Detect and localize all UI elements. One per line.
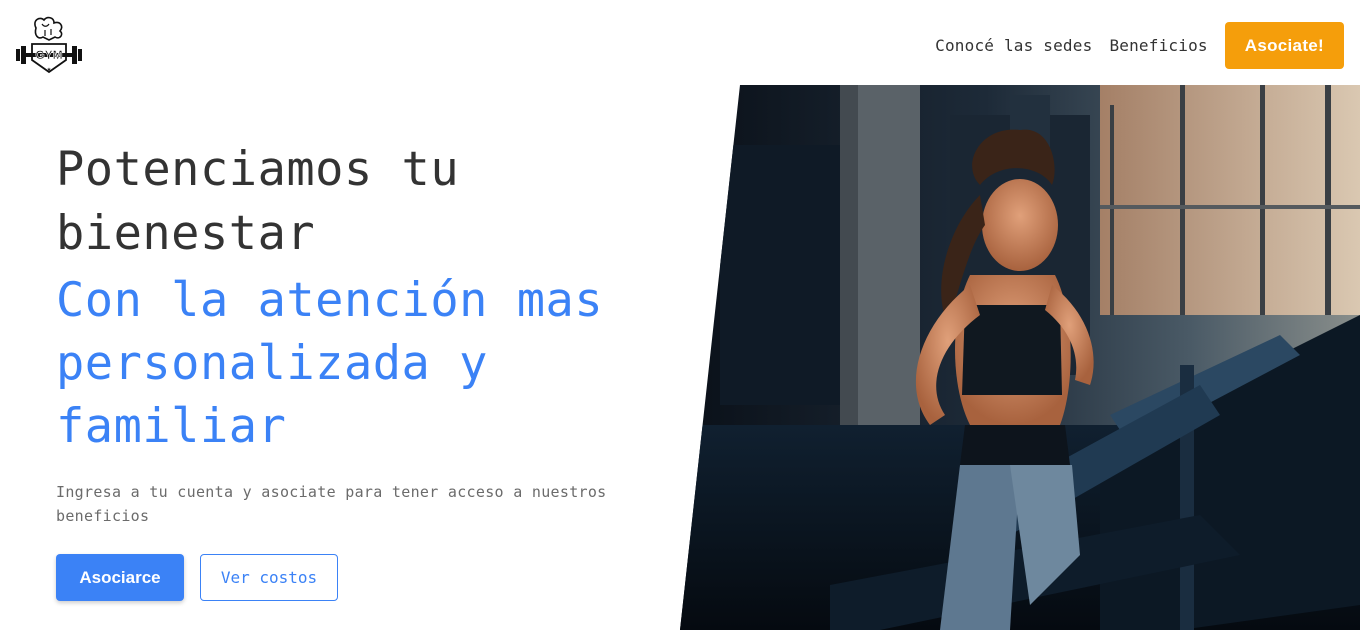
hero-section: Potenciamos tu bienestar Con la atención… [56,138,666,601]
hero-subtitle-line-1: Con la atención mas [56,273,604,328]
hero-subtitle-line-2: personalizada y [56,336,488,391]
site-header: GYM ★ Conocé las sedes Beneficios Asocia… [0,0,1360,85]
hero-buttons: Asociarce Ver costos [56,554,666,601]
hero-title-line-2: bienestar [56,206,316,261]
hero-photo [680,85,1360,630]
gym-logo[interactable]: GYM ★ [14,14,84,78]
treadmill-runner-image [680,85,1360,630]
hero-subtitle: Con la atención mas personalizada y fami… [56,269,666,458]
ver-costos-button[interactable]: Ver costos [200,554,338,601]
asociate-button[interactable]: Asociate! [1224,22,1344,69]
svg-text:GYM: GYM [35,48,62,62]
asociarce-button[interactable]: Asociarce [56,554,184,601]
hero-description: Ingresa a tu cuenta y asociate para tene… [56,483,607,525]
main-nav: Conocé las sedes Beneficios Asociate! [935,22,1344,69]
nav-link-beneficios[interactable]: Beneficios [1109,36,1207,55]
nav-link-sedes[interactable]: Conocé las sedes [935,36,1092,55]
hero-subtitle-line-3: familiar [56,399,287,454]
hero-title: Potenciamos tu bienestar [56,138,666,266]
gym-logo-icon: GYM ★ [16,16,82,74]
hero-title-line-1: Potenciamos tu [56,142,460,197]
